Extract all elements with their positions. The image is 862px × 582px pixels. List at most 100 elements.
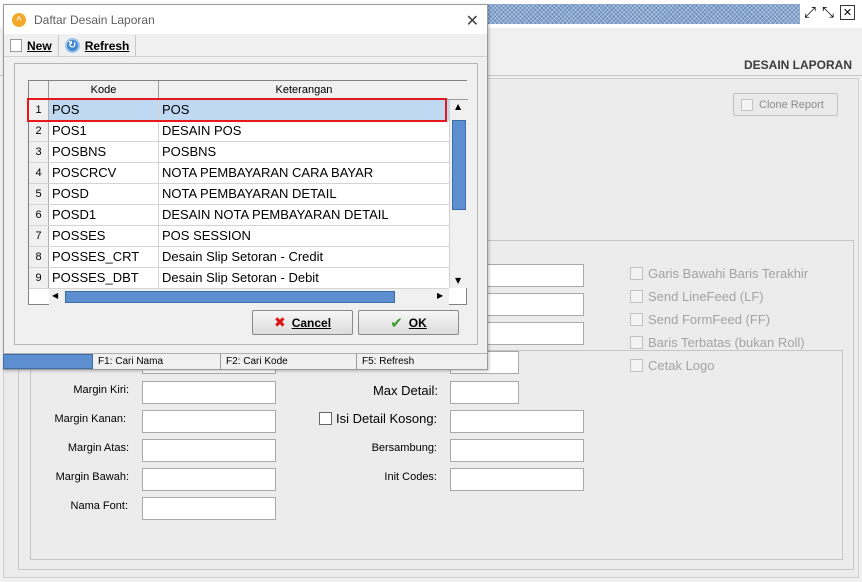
row-number: 6 [29,205,49,225]
maximize-icon[interactable]: ⤡ [819,4,837,22]
clone-icon [741,98,753,111]
dialog-status-bar: F1: Cari Nama F2: Cari Kode F5: Refresh [3,353,487,369]
keterangan-cell[interactable]: Desain Slip Setoran - Debit [159,268,449,288]
table-row[interactable]: 6 POSD1 DESAIN NOTA PEMBAYARAN DETAIL [29,205,449,226]
keterangan-cell[interactable]: Desain Slip Setoran - Credit [159,247,449,267]
option-send-linefeed[interactable]: Send LineFeed (LF) [630,289,764,304]
checkbox-icon [630,313,643,326]
keterangan-cell[interactable]: POS SESSION [159,226,449,246]
kode-cell[interactable]: POSSES [49,226,159,246]
margin-kiri-input[interactable] [142,381,276,404]
new-doc-icon [10,39,22,52]
nama-font-label: Nama Font: [70,500,128,512]
margin-atas-input[interactable] [142,439,276,462]
checkbox-icon [630,267,643,280]
keterangan-cell[interactable]: DESAIN NOTA PEMBAYARAN DETAIL [159,205,449,225]
margin-bawah-input[interactable] [142,468,276,491]
keterangan-cell[interactable]: POSBNS [159,142,449,162]
option-garis-bawahi[interactable]: Garis Bawahi Baris Terakhir [630,266,808,281]
kode-cell[interactable]: POS1 [49,121,159,141]
dialog-close-icon[interactable]: ✕ [466,11,479,30]
table-row[interactable]: 3 POSBNS POSBNS [29,142,449,163]
cancel-label: Cancel [291,315,332,330]
kode-cell[interactable]: POSCRCV [49,163,159,183]
row-number: 7 [29,226,49,246]
row-number: 2 [29,121,49,141]
keterangan-cell[interactable]: DESAIN POS [159,121,449,141]
isi-detail-kosong-checkbox[interactable] [319,412,332,425]
kode-cell[interactable]: POSD1 [49,205,159,225]
row-number: 9 [29,268,49,288]
scroll-down-icon[interactable]: ▼ [455,276,461,285]
bersambung-label: Bersambung: [371,442,437,454]
vertical-scrollbar[interactable]: ▲ ▼ [449,100,468,288]
ok-button[interactable]: ✔ OK [358,310,459,335]
ok-label: OK [408,315,427,330]
cancel-icon: ✖ [273,314,286,331]
scroll-right-icon[interactable]: ▶ [437,291,443,300]
app-logo-icon: ^ [12,12,26,27]
margin-bawah-label: Margin Bawah: [55,471,129,483]
kode-cell[interactable]: POSSES_DBT [49,268,159,288]
option-send-formfeed[interactable]: Send FormFeed (FF) [630,312,770,327]
cancel-button[interactable]: ✖ Cancel [252,310,353,335]
clone-report-button[interactable]: Clone Report [733,93,838,116]
margin-kiri-label: Margin Kiri: [73,384,129,396]
restore-icon[interactable]: ⤢ [801,4,819,22]
bersambung-input[interactable] [450,439,584,462]
title-stripe [487,4,800,24]
clone-report-label: Clone Report [759,98,824,111]
row-number: 8 [29,247,49,267]
ok-check-icon: ✔ [390,313,403,332]
checkbox-icon [630,359,643,372]
keterangan-cell[interactable]: NOTA PEMBAYARAN CARA BAYAR [159,163,449,183]
refresh-label: Refresh [84,38,130,53]
kode-cell[interactable]: POSSES_CRT [49,247,159,267]
table-row[interactable]: 4 POSCRCV NOTA PEMBAYARAN CARA BAYAR [29,163,449,184]
table-row[interactable]: 8 POSSES_CRT Desain Slip Setoran - Credit [29,247,449,268]
init-codes-input[interactable] [450,468,584,491]
dialog-toolbar: New ↻ Refresh [4,34,487,57]
keterangan-cell[interactable]: NOTA PEMBAYARAN DETAIL [159,184,449,204]
max-detail-label: Max Detail: [372,383,438,398]
kode-cell[interactable]: POSBNS [49,142,159,162]
isi-detail-kosong-input[interactable] [450,410,584,433]
nama-font-input[interactable] [142,497,276,520]
horizontal-scrollbar[interactable]: ◀ ▶ [49,289,449,305]
status-f2: F2: Cari Kode [221,354,357,369]
table-row[interactable]: 5 POSD NOTA PEMBAYARAN DETAIL [29,184,449,205]
option-label: Cetak Logo [648,358,715,373]
option-label: Send LineFeed (LF) [648,289,764,304]
table-row[interactable]: 2 POS1 DESAIN POS [29,121,449,142]
row-number: 5 [29,184,49,204]
vertical-scroll-thumb[interactable] [452,120,466,210]
scroll-up-icon[interactable]: ▲ [455,102,461,111]
new-button[interactable]: New [4,34,59,57]
option-baris-terbatas[interactable]: Baris Terbatas (bukan Roll) [630,335,805,350]
row-number: 4 [29,163,49,183]
kode-cell[interactable]: POSD [49,184,159,204]
max-detail-input[interactable] [450,381,519,404]
option-label: Garis Bawahi Baris Terakhir [648,266,809,281]
margin-kanan-input[interactable] [142,410,276,433]
status-f1: F1: Cari Nama [93,354,221,369]
option-label: Baris Terbatas (bukan Roll) [648,335,805,350]
table-row[interactable]: 7 POSSES POS SESSION [29,226,449,247]
scroll-left-icon[interactable]: ◀ [52,291,58,300]
row-number: 3 [29,142,49,162]
checkbox-icon [630,290,643,303]
status-indicator [3,354,93,369]
margin-kanan-label: Margin Kanan: [54,413,126,425]
selected-row-highlight [27,98,447,122]
option-cetak-logo[interactable]: Cetak Logo [630,358,715,373]
isi-detail-kosong-label: Isi Detail Kosong: [336,411,438,426]
table-row[interactable]: 9 POSSES_DBT Desain Slip Setoran - Debit [29,268,449,289]
dialog-titlebar: ^ Daftar Desain Laporan [4,5,487,34]
horizontal-scroll-thumb[interactable] [65,291,395,303]
close-icon[interactable]: ✕ [840,5,855,20]
checkbox-icon [630,336,643,349]
daftar-desain-dialog: ^ Daftar Desain Laporan ✕ New ↻ Refresh … [3,4,488,370]
refresh-button[interactable]: ↻ Refresh [59,34,137,57]
option-label: Send FormFeed (FF) [648,312,771,327]
init-codes-label: Init Codes: [384,471,437,483]
